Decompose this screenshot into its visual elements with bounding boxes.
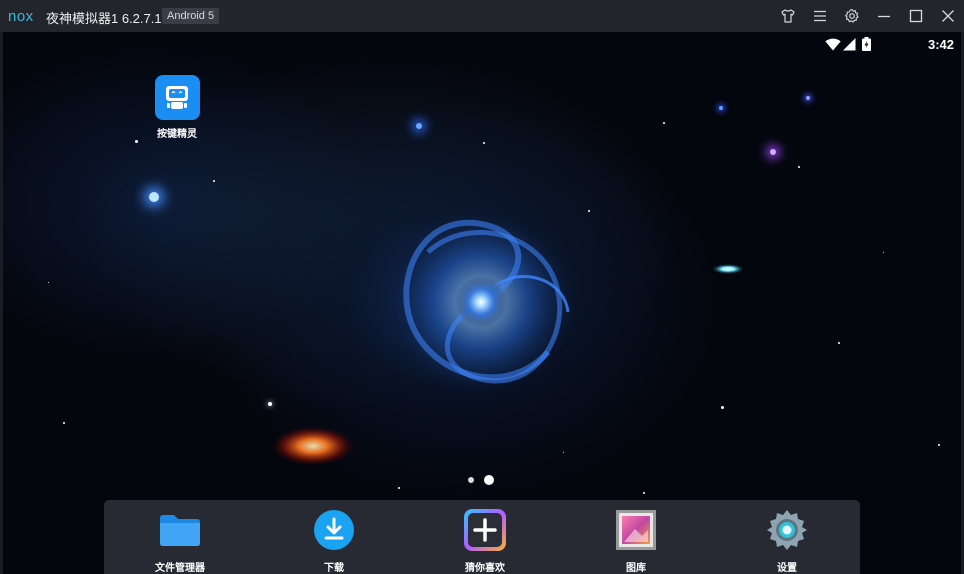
dock-label: 图库 [626, 563, 646, 574]
shirt-icon [781, 9, 795, 23]
settings-button[interactable] [842, 6, 862, 26]
dock-label: 设置 [777, 563, 797, 574]
wifi-icon [825, 38, 841, 51]
page-dot-2-active[interactable] [484, 475, 494, 485]
dock-label: 文件管理器 [155, 563, 205, 574]
menu-icon [814, 10, 826, 22]
android-version-badge: Android 5 [162, 8, 220, 24]
folder-icon [158, 508, 202, 552]
maximize-icon [909, 9, 923, 23]
desktop-app-label: 按键精灵 [157, 129, 197, 140]
settings-icon [765, 508, 809, 552]
close-button[interactable] [938, 6, 958, 26]
nox-logo-icon: nox [8, 8, 34, 25]
dock-item-file-manager[interactable]: 文件管理器 [135, 508, 225, 574]
dock-label: 猜你喜欢 [465, 563, 505, 574]
robot-icon [154, 75, 200, 120]
dock-item-settings[interactable]: 设置 [742, 508, 832, 574]
dock-label: 下载 [324, 563, 344, 574]
dock-item-guess-you-like[interactable]: 猜你喜欢 [440, 508, 530, 574]
status-time: 3:42 [927, 37, 954, 52]
close-icon [942, 10, 954, 22]
maximize-button[interactable] [906, 6, 926, 26]
title-bar: nox 夜神模拟器1 6.2.7.1 Android 5 [0, 0, 964, 32]
dock-item-gallery[interactable]: 图库 [591, 508, 681, 574]
download-icon [312, 508, 356, 552]
menu-button[interactable] [810, 6, 830, 26]
window-title: 夜神模拟器1 6.2.7.1 [46, 11, 162, 26]
skin-button[interactable] [778, 6, 798, 26]
plus-icon [463, 508, 507, 552]
desktop-app-anjian[interactable]: 按键精灵 [149, 75, 205, 140]
svg-text:nox: nox [8, 8, 34, 25]
gear-icon [845, 8, 859, 23]
gallery-icon [614, 508, 658, 552]
signal-icon [843, 38, 856, 51]
minimize-button[interactable] [874, 6, 894, 26]
dock-item-download[interactable]: 下载 [289, 508, 379, 574]
galaxy-wallpaper [271, 207, 744, 466]
app-dock: 文件管理器 下载 猜你喜欢 图库 设置 [104, 500, 860, 574]
battery-icon [862, 37, 871, 51]
minimize-icon [878, 15, 890, 18]
page-dot-1[interactable] [468, 477, 474, 483]
status-bar: 3:42 [761, 32, 961, 56]
android-screen[interactable]: 3:42 按键精灵 文件管理器 下载 猜你喜欢 图库 设置 [3, 32, 961, 574]
